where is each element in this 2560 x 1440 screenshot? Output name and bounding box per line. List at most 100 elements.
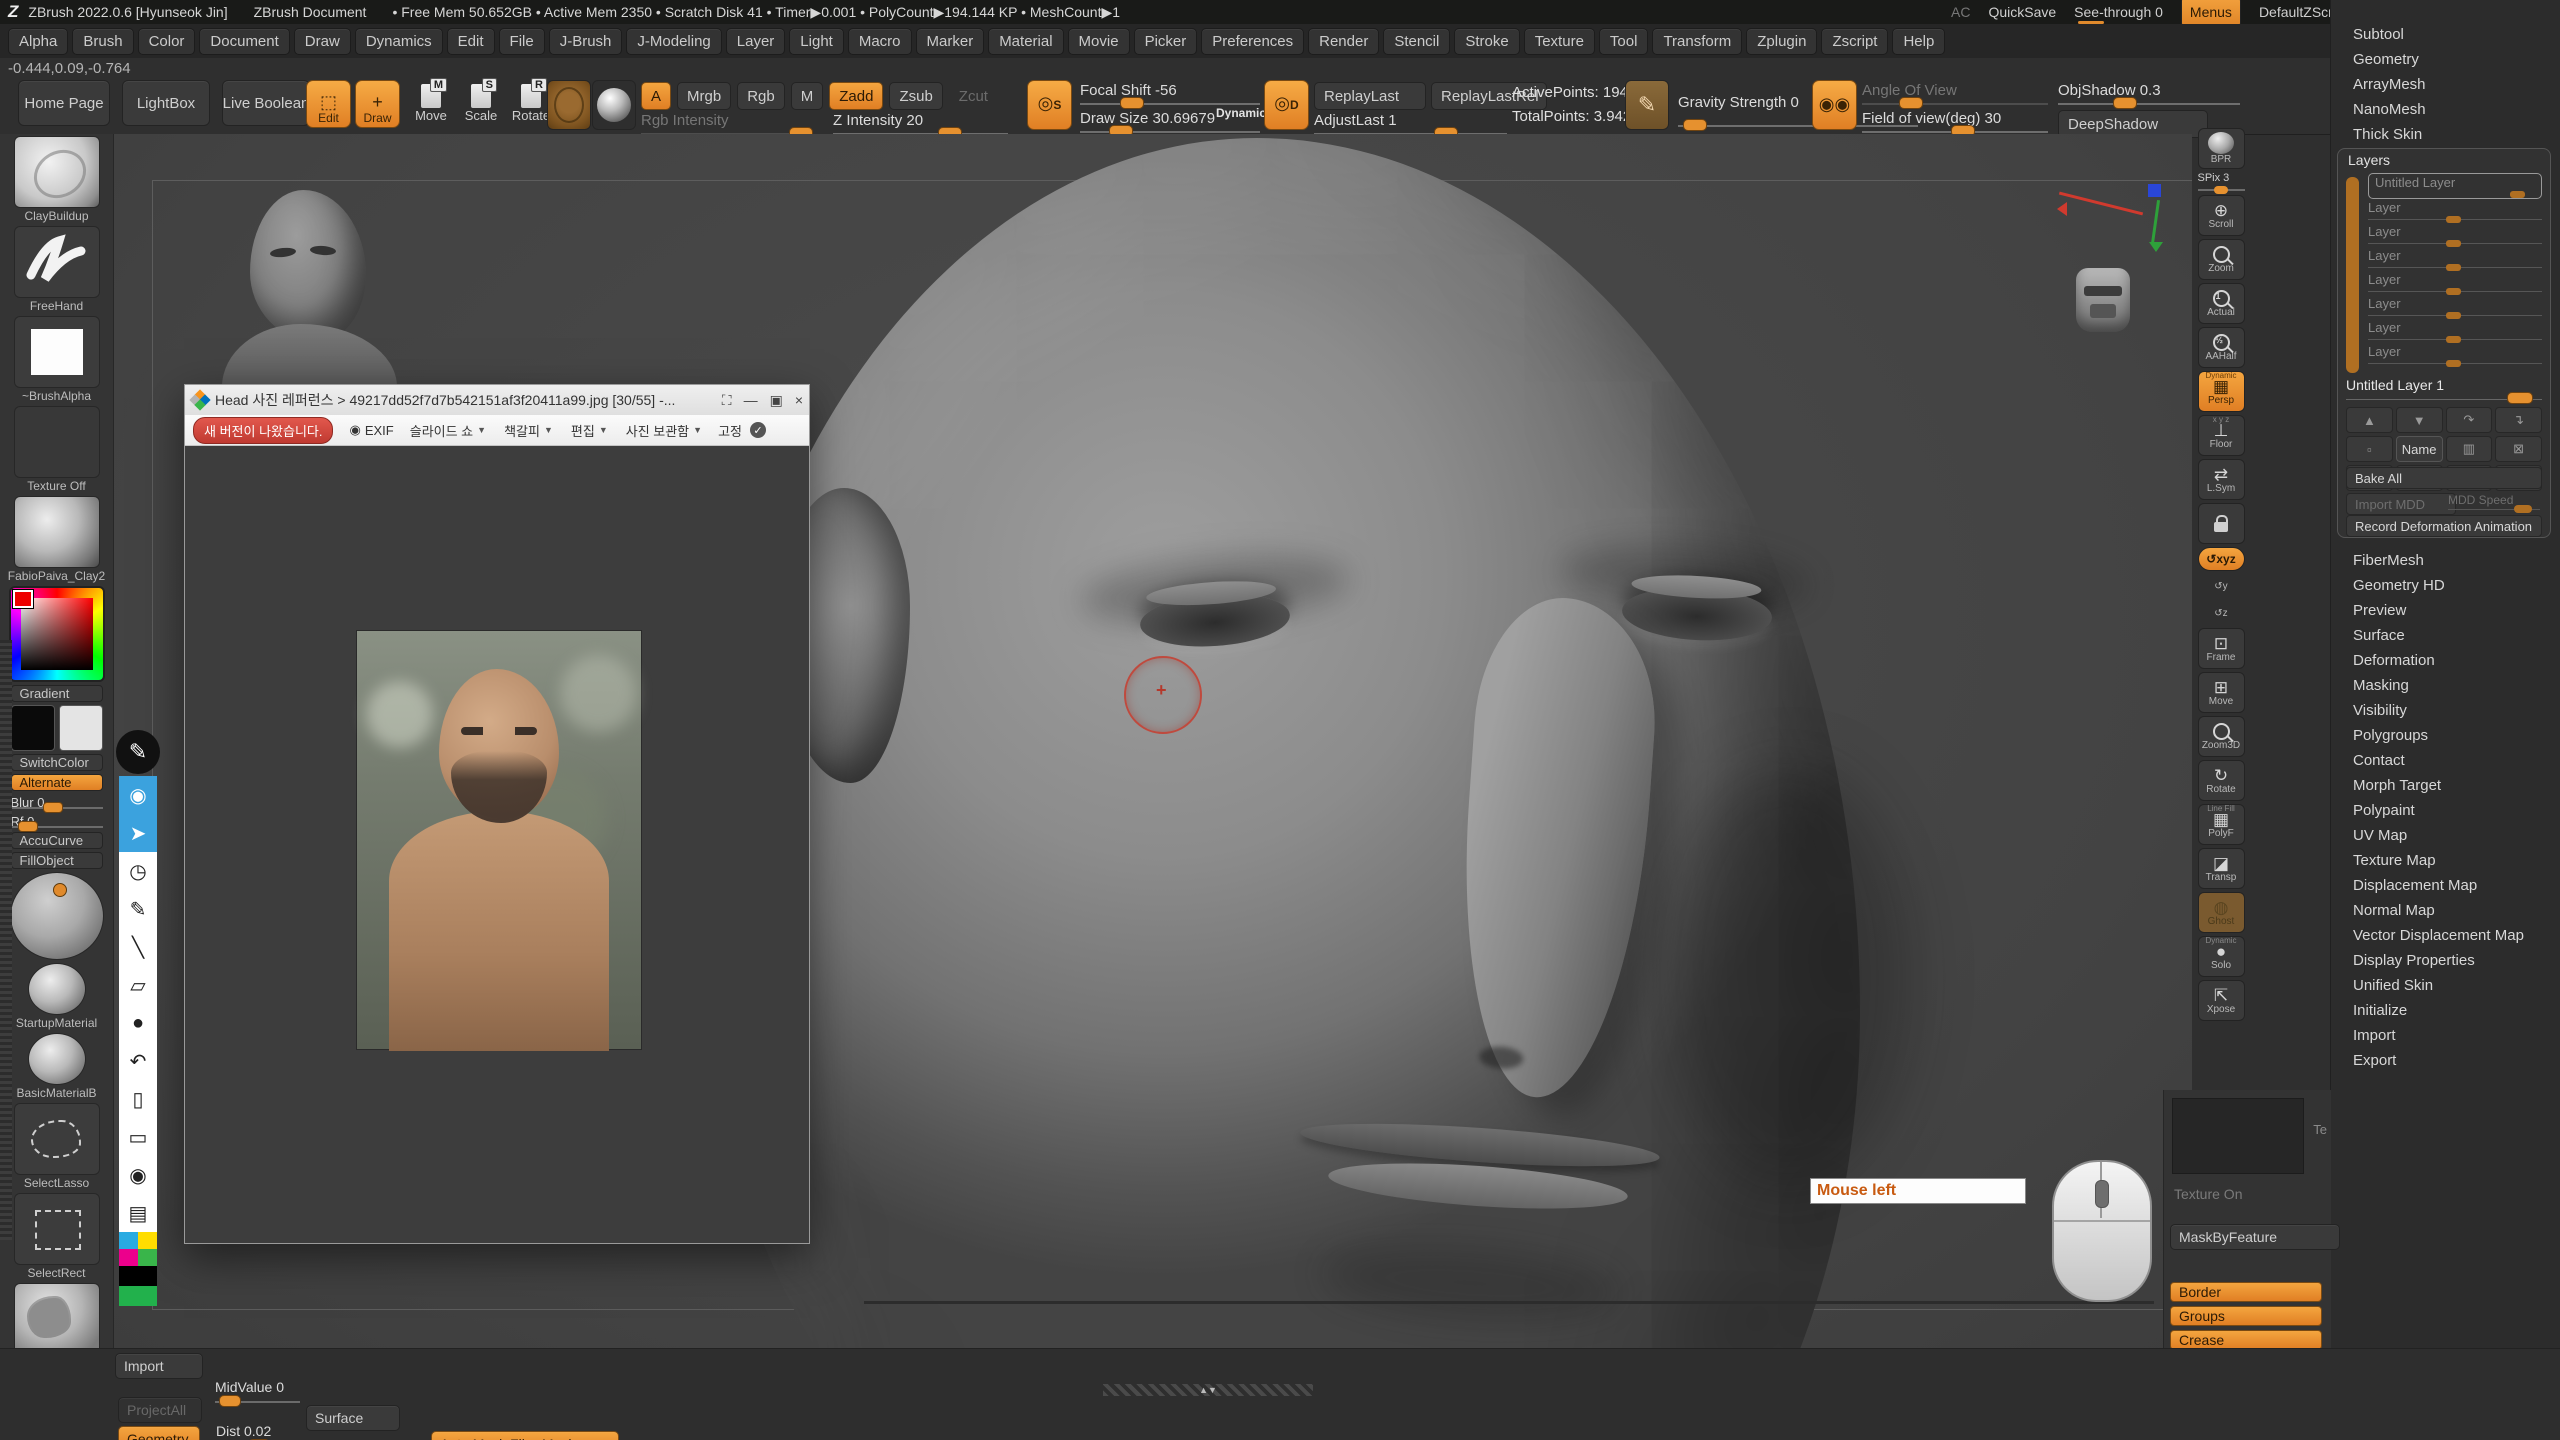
- tray-slider-rf-0[interactable]: Rf 0: [11, 813, 103, 830]
- field-of-view-slider[interactable]: Field of view(deg) 30: [1862, 110, 2048, 136]
- claybuildup-thumbnail[interactable]: [14, 136, 100, 208]
- transp-button[interactable]: ◪Transp: [2198, 848, 2245, 889]
- slider-handle[interactable]: [43, 802, 63, 813]
- layer-row-6[interactable]: Layer: [2368, 343, 2542, 367]
- layer-row-untitled[interactable]: Untitled Layer: [2368, 173, 2542, 199]
- current-material-thumbnail[interactable]: [592, 80, 636, 130]
- layer-slider-handle[interactable]: [2446, 264, 2461, 271]
- color-picker[interactable]: [9, 586, 105, 682]
- record-deformation-button[interactable]: Record Deformation Animation: [2346, 515, 2542, 537]
- layer-branch-button[interactable]: ↴: [2495, 407, 2542, 433]
- replay-last-button[interactable]: ReplayLast: [1314, 82, 1426, 110]
- projectall-button[interactable]: ProjectAll: [118, 1397, 202, 1423]
- tool-menu-visibility[interactable]: Visibility: [2331, 698, 2560, 723]
- tool-menu-normal-map[interactable]: Normal Map: [2331, 898, 2560, 923]
- layer-redo-button[interactable]: ↷: [2446, 407, 2493, 433]
- menu-color[interactable]: Color: [138, 28, 196, 55]
- palette-color-0[interactable]: [119, 1232, 138, 1249]
- layer-up-button[interactable]: ▲: [2346, 407, 2393, 433]
- stroke-s-button[interactable]: ◎S: [1027, 80, 1072, 130]
- layer-slider-handle[interactable]: [2446, 360, 2461, 367]
- tool-menu-displacement-map[interactable]: Displacement Map: [2331, 873, 2560, 898]
- aahalf-button[interactable]: ½AAHalf: [2198, 327, 2245, 368]
- maximize-icon[interactable]: ▣: [770, 392, 783, 409]
- layer-name-button[interactable]: Name: [2396, 436, 2443, 462]
- main-color-swatch[interactable]: [11, 705, 55, 751]
- floor-button[interactable]: x y z⊥Floor: [2198, 415, 2245, 456]
- paint-chip-mrgb[interactable]: Mrgb: [677, 82, 731, 110]
- camera-icon[interactable]: ◉: [119, 1156, 157, 1194]
- bake-all-button[interactable]: Bake All: [2346, 467, 2542, 489]
- scroll-button[interactable]: ⊕Scroll: [2198, 195, 2245, 236]
- border-button[interactable]: Border: [2170, 1282, 2322, 1302]
- tool-menu-masking[interactable]: Masking: [2331, 673, 2560, 698]
- menu-alpha[interactable]: Alpha: [8, 28, 68, 55]
- live-boolean-button[interactable]: Live Boolean: [222, 80, 310, 126]
- basicmaterialb-thumbnail[interactable]: [28, 1033, 86, 1085]
- crease-button[interactable]: Crease: [2170, 1330, 2322, 1350]
- black-swatch[interactable]: [119, 1266, 157, 1286]
- menu-preferences[interactable]: Preferences: [1201, 28, 1304, 55]
- new-version-button[interactable]: 새 버전이 나왔습니다.: [193, 417, 333, 444]
- obj-shadow-slider[interactable]: ObjShadow 0.3: [2058, 82, 2240, 108]
- layer-slider-handle[interactable]: [2446, 336, 2461, 343]
- menu-light[interactable]: Light: [789, 28, 844, 55]
- tool-menu-contact[interactable]: Contact: [2331, 748, 2560, 773]
- rotate-view-button[interactable]: ↻Rotate: [2198, 760, 2245, 801]
- fabiopaiva-clay2-thumbnail[interactable]: [14, 496, 100, 568]
- pin-toggle[interactable]: 고정 ✓: [718, 421, 766, 440]
- layer-thumb-button[interactable]: ▫: [2346, 436, 2393, 462]
- menu-tool[interactable]: Tool: [1599, 28, 1649, 55]
- paint-chip-zsub[interactable]: Zsub: [889, 82, 942, 110]
- secondary-color-swatch[interactable]: [59, 705, 103, 751]
- clipboard-icon[interactable]: ▤: [119, 1194, 157, 1232]
- camera-button[interactable]: ◉◉: [1812, 80, 1857, 130]
- slider-handle[interactable]: [2214, 186, 2228, 194]
- tool-menu-polygroups[interactable]: Polygroups: [2331, 723, 2560, 748]
- layer-intensity-bar[interactable]: [2346, 177, 2359, 373]
- tool-menu-uv-map[interactable]: UV Map: [2331, 823, 2560, 848]
- menu-stroke[interactable]: Stroke: [1454, 28, 1519, 55]
- paint-chip-zadd[interactable]: Zadd: [829, 82, 883, 110]
- selectrect-thumbnail[interactable]: [14, 1193, 100, 1265]
- polyf-button[interactable]: Line Fill▦PolyF: [2198, 804, 2245, 845]
- menu-j-modeling[interactable]: J-Modeling: [626, 28, 721, 55]
- selectlasso-thumbnail[interactable]: [14, 1103, 100, 1175]
- menu-brush[interactable]: Brush: [72, 28, 133, 55]
- image-viewer-window[interactable]: Head 사진 레퍼런스 > 49217dd52f7d7b542151af3f2…: [184, 384, 810, 1244]
- menu-marker[interactable]: Marker: [916, 28, 985, 55]
- tray-button-gradient[interactable]: Gradient: [11, 685, 103, 702]
- tool-menu-arraymesh[interactable]: ArrayMesh: [2331, 72, 2560, 97]
- tool-menu-geometry-hd[interactable]: Geometry HD: [2331, 573, 2560, 598]
- menu-transform[interactable]: Transform: [1652, 28, 1742, 55]
- tool-menu-polypaint[interactable]: Polypaint: [2331, 798, 2560, 823]
- tool-menu-vector-displacement-map[interactable]: Vector Displacement Map: [2331, 923, 2560, 948]
- camera-head-icon[interactable]: [2076, 268, 2130, 332]
- geometry-button[interactable]: Geometry: [118, 1426, 200, 1440]
- masklasso-thumbnail[interactable]: [14, 1283, 100, 1355]
- viewport-axis-gizmo[interactable]: [2054, 176, 2192, 356]
- solo-button[interactable]: Dynamic●Solo: [2198, 936, 2245, 977]
- menu-render[interactable]: Render: [1308, 28, 1379, 55]
- line-icon[interactable]: ╲: [119, 928, 157, 966]
- trash-icon[interactable]: ▯: [119, 1080, 157, 1118]
- menu-draw[interactable]: Draw: [294, 28, 351, 55]
- menu-material[interactable]: Material: [988, 28, 1063, 55]
- paint-chip-m[interactable]: M: [791, 82, 824, 110]
- menu-j-brush[interactable]: J-Brush: [549, 28, 623, 55]
- tool-menu-export[interactable]: Export: [2331, 1048, 2560, 1073]
- lightbox-button[interactable]: LightBox: [122, 80, 210, 126]
- scale-button[interactable]: S Scale: [458, 84, 504, 123]
- paint-chip-a[interactable]: A: [641, 82, 671, 110]
- tray-button-accucurve[interactable]: AccuCurve: [11, 832, 103, 849]
- cursor-icon[interactable]: ➤: [119, 814, 157, 852]
- tool-menu-thick-skin[interactable]: Thick Skin: [2331, 122, 2560, 147]
- menu-edit[interactable]: Edit: [447, 28, 495, 55]
- palette-color-2[interactable]: [119, 1249, 138, 1266]
- layer-delete-button[interactable]: ⊠: [2495, 436, 2542, 462]
- menu-movie[interactable]: Movie: [1068, 28, 1130, 55]
- menu-document[interactable]: Document: [199, 28, 289, 55]
- rotate-y-button[interactable]: ↺y: [2198, 574, 2245, 598]
- paint-chip-zcut[interactable]: Zcut: [949, 82, 998, 110]
- menu-zscript[interactable]: Zscript: [1821, 28, 1888, 55]
